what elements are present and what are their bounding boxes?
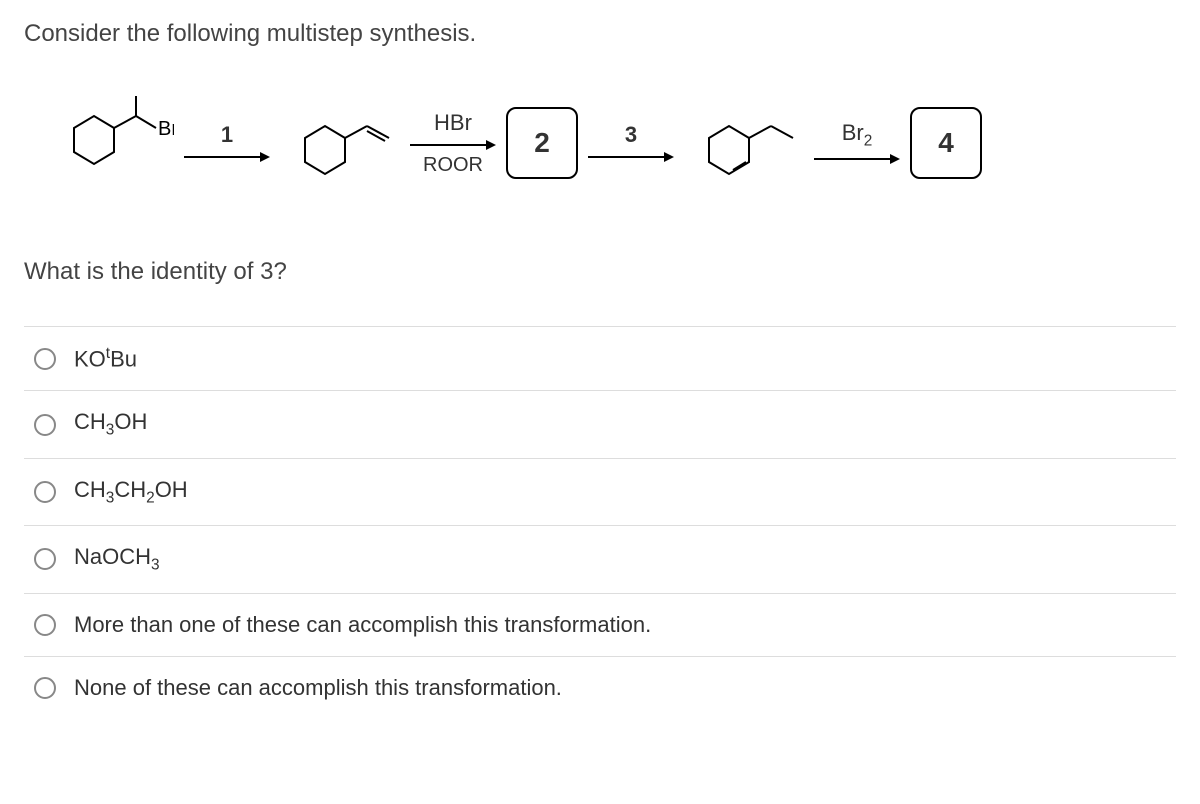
step-2-bottom-label: ROOR [423,154,483,177]
arrow-icon [812,152,902,166]
option-label: KOtBu [74,345,137,372]
options-list: KOtBu CH3OH CH3CH2OH NaOCH3 More than on… [24,326,1176,719]
step-2-arrow: HBr ROOR [408,110,498,177]
step-3-label: 3 [625,122,637,148]
arrow-icon [408,138,498,152]
option-label: More than one of these can accomplish th… [74,612,651,638]
arrow-icon [586,150,676,164]
option-4[interactable]: NaOCH3 [24,526,1176,593]
question-intro: Consider the following multistep synthes… [24,20,1176,48]
option-label: None of these can accomplish this transf… [74,675,562,701]
step-2-top-label: HBr [434,110,472,136]
option-1[interactable]: KOtBu [24,327,1176,391]
option-label: CH3OH [74,409,147,439]
starting-material: Br [44,88,174,198]
step-3-arrow: 3 [586,122,676,164]
box-4: 4 [910,107,982,179]
radio-icon [34,677,56,699]
radio-icon [34,481,56,503]
reaction-scheme: Br 1 HBr ROOR 2 3 [44,88,1176,198]
product-alkene [684,98,804,188]
radio-icon [34,348,56,370]
option-label: CH3CH2OH [74,477,188,507]
option-5[interactable]: More than one of these can accomplish th… [24,594,1176,657]
option-label: NaOCH3 [74,544,160,574]
step-4-label: Br2 [842,120,873,150]
option-2[interactable]: CH3OH [24,391,1176,458]
option-3[interactable]: CH3CH2OH [24,459,1176,526]
step-1-arrow: 1 [182,122,272,164]
radio-icon [34,414,56,436]
step-4-arrow: Br2 [812,120,902,166]
arrow-icon [182,150,272,164]
radio-icon [34,548,56,570]
radio-icon [34,614,56,636]
intermediate-alkene [280,98,400,188]
box-2: 2 [506,107,578,179]
step-1-label: 1 [221,122,233,148]
option-6[interactable]: None of these can accomplish this transf… [24,657,1176,719]
sub-question: What is the identity of 3? [24,258,1176,286]
br-label: Br [158,118,174,140]
